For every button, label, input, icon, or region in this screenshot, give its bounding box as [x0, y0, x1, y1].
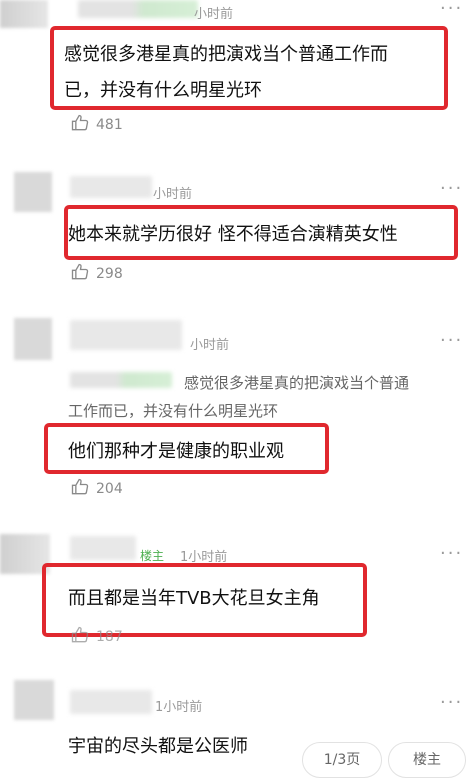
comment-text: 感觉很多港星真的把演戏当个普通工作而	[64, 44, 388, 65]
username[interactable]	[70, 536, 136, 560]
quoted-text-line2: 工作而已，并没有什么明星光环	[68, 402, 279, 420]
like-button[interactable]: 204	[70, 477, 123, 501]
thumbs-up-icon	[70, 625, 90, 649]
like-count: 481	[96, 117, 123, 133]
comment-text-line2: 已，并没有什么明星光环	[64, 80, 262, 101]
floor-owner-label: 楼主	[413, 752, 441, 768]
thumbs-up-icon	[70, 262, 90, 286]
quoted-username	[70, 372, 172, 388]
like-button[interactable]: 481	[70, 113, 123, 137]
username[interactable]	[78, 0, 198, 18]
avatar[interactable]	[0, 0, 48, 28]
quoted-text: 感觉很多港星真的把演戏当个普通	[184, 374, 410, 392]
username[interactable]	[70, 320, 182, 350]
avatar[interactable]	[14, 318, 52, 360]
floor-owner-button[interactable]: 楼主	[388, 742, 466, 778]
thumbs-up-icon	[70, 113, 90, 137]
more-dots-icon[interactable]: ···	[440, 330, 463, 351]
comment-text: 他们那种才是健康的职业观	[68, 441, 284, 462]
more-dots-icon[interactable]: ···	[440, 178, 463, 199]
comment-time: 1小时前	[155, 700, 203, 715]
page-indicator-button[interactable]: 1/3页	[302, 742, 382, 778]
avatar[interactable]	[14, 172, 52, 212]
op-badge: 楼主	[140, 549, 165, 563]
like-button[interactable]: 298	[70, 262, 123, 286]
like-count: 298	[96, 266, 123, 282]
page-indicator-text: 1/3页	[323, 752, 361, 768]
comment-text: 她本来就学历很好 怪不得适合演精英女性	[68, 224, 398, 245]
like-count: 187	[96, 629, 123, 645]
username[interactable]	[70, 176, 152, 198]
like-button[interactable]: 187	[70, 625, 123, 649]
more-dots-icon[interactable]: ···	[440, 543, 463, 564]
like-count: 204	[96, 481, 123, 497]
comment-time: 小时前	[194, 7, 234, 22]
comment-time: 小时前	[190, 338, 230, 353]
avatar[interactable]	[14, 680, 54, 720]
username[interactable]	[70, 690, 152, 714]
comment-text: 宇宙的尽头都是公医师	[68, 736, 248, 757]
more-dots-icon[interactable]: ···	[440, 0, 463, 19]
thumbs-up-icon	[70, 477, 90, 501]
more-dots-icon[interactable]: ···	[440, 692, 463, 713]
comment-time: 小时前	[153, 187, 193, 202]
comment-text: 而且都是当年TVB大花旦女主角	[68, 588, 320, 609]
